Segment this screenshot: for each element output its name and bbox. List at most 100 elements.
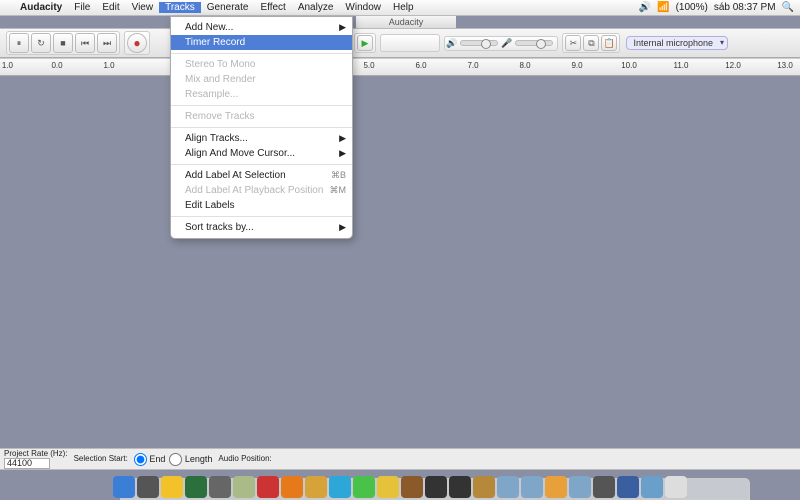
dock-icon-itunes[interactable] bbox=[353, 476, 375, 498]
edit-toolbar: ✂ ⧉ 📋 bbox=[562, 33, 620, 53]
ruler-tick: 11.0 bbox=[666, 61, 696, 70]
dock-icon-imovie[interactable] bbox=[425, 476, 447, 498]
copy-button[interactable]: ⧉ bbox=[583, 35, 599, 51]
menu-item-timer-record[interactable]: Timer Record bbox=[171, 35, 352, 50]
ruler-tick: 5.0 bbox=[354, 61, 384, 70]
menu-separator bbox=[171, 105, 352, 106]
ruler-tick: 9.0 bbox=[562, 61, 592, 70]
shortcut-label: ⌘B bbox=[331, 170, 346, 181]
dock-icon-idvd[interactable] bbox=[449, 476, 471, 498]
menu-view[interactable]: View bbox=[126, 2, 160, 13]
submenu-arrow-icon: ▶ bbox=[339, 133, 346, 144]
dock-icon-folder2[interactable] bbox=[521, 476, 543, 498]
submenu-arrow-icon: ▶ bbox=[339, 222, 346, 233]
dock-icon-earth[interactable] bbox=[185, 476, 207, 498]
dock-icon-firefox[interactable] bbox=[281, 476, 303, 498]
ruler-tick: 6.0 bbox=[406, 61, 436, 70]
menu-item-add-label-at-selection[interactable]: Add Label At Selection⌘B bbox=[171, 168, 352, 183]
menu-analyze[interactable]: Analyze bbox=[292, 2, 340, 13]
track-area[interactable] bbox=[0, 76, 800, 448]
menu-separator bbox=[171, 127, 352, 128]
ruler-tick: 8.0 bbox=[510, 61, 540, 70]
timeline-ruler[interactable]: - 1.00.01.05.06.07.08.09.010.011.012.013… bbox=[0, 58, 800, 76]
dock-icon-folder3[interactable] bbox=[569, 476, 591, 498]
input-device-select[interactable]: Internal microphone bbox=[626, 36, 728, 50]
ruler-tick: 12.0 bbox=[718, 61, 748, 70]
menu-item-edit-labels[interactable]: Edit Labels bbox=[171, 198, 352, 213]
dock-icon-popcorn[interactable] bbox=[257, 476, 279, 498]
menu-window[interactable]: Window bbox=[339, 2, 387, 13]
dock-icon-dashboard[interactable] bbox=[137, 476, 159, 498]
menu-generate[interactable]: Generate bbox=[201, 2, 255, 13]
project-rate-label: Project Rate (Hz): bbox=[4, 450, 68, 458]
ruler-tick: 13.0 bbox=[770, 61, 800, 70]
menu-item-stereo-to-mono: Stereo To Mono bbox=[171, 57, 352, 72]
dock-icon-duck[interactable] bbox=[161, 476, 183, 498]
menu-item-remove-tracks: Remove Tracks bbox=[171, 109, 352, 124]
volume-icon[interactable]: 🔊 bbox=[639, 2, 651, 13]
pause-button[interactable]: ⏸ bbox=[9, 33, 29, 53]
dock-icon-compass[interactable] bbox=[329, 476, 351, 498]
play-toolbar: ▶ bbox=[354, 33, 376, 53]
menu-item-add-new[interactable]: Add New...▶ bbox=[171, 20, 352, 35]
mixer-toolbar: 🔊 🎤 bbox=[444, 36, 558, 51]
dock-icon-app2[interactable] bbox=[641, 476, 663, 498]
menu-effect[interactable]: Effect bbox=[254, 2, 291, 13]
menu-edit[interactable]: Edit bbox=[96, 2, 125, 13]
selection-start-label: Selection Start: bbox=[74, 455, 128, 463]
loop-button[interactable]: ↻ bbox=[31, 33, 51, 53]
input-vol-icon: 🎤 bbox=[501, 38, 512, 49]
dock-icon-audacity[interactable] bbox=[545, 476, 567, 498]
end-radio[interactable]: End bbox=[134, 453, 166, 466]
dock-icon-folder1[interactable] bbox=[497, 476, 519, 498]
dock-icon-finder[interactable] bbox=[113, 476, 135, 498]
output-volume-slider[interactable] bbox=[460, 40, 498, 46]
play-button[interactable]: ▶ bbox=[357, 35, 373, 51]
wifi-icon[interactable]: 📶 bbox=[657, 2, 669, 13]
meter-toolbar bbox=[380, 34, 440, 52]
skip-end-button[interactable]: ⏭ bbox=[97, 33, 117, 53]
clock-label: sáb 08:37 PM bbox=[714, 2, 776, 13]
menu-item-mix-and-render: Mix and Render bbox=[171, 72, 352, 87]
mac-menubar: Audacity File Edit View Tracks Generate … bbox=[0, 0, 800, 16]
skip-start-button[interactable]: ⏮ bbox=[75, 33, 95, 53]
ruler-tick: 10.0 bbox=[614, 61, 644, 70]
dock-icon-garageband[interactable] bbox=[473, 476, 495, 498]
spotlight-icon[interactable]: 🔍 bbox=[782, 2, 794, 13]
mac-dock bbox=[0, 470, 800, 500]
menu-item-align-tracks[interactable]: Align Tracks...▶ bbox=[171, 131, 352, 146]
dock-icon-mines[interactable] bbox=[233, 476, 255, 498]
ruler-tick: 1.0 bbox=[94, 61, 124, 70]
dock-icon-app1[interactable] bbox=[617, 476, 639, 498]
record-toolbar: ● bbox=[124, 31, 150, 55]
tracks-dropdown: Add New...▶Timer Record Stereo To MonoMix… bbox=[170, 16, 353, 239]
battery-label: (100%) bbox=[676, 2, 708, 13]
menu-separator bbox=[171, 164, 352, 165]
cut-button[interactable]: ✂ bbox=[565, 35, 581, 51]
dock-icon-trash[interactable] bbox=[665, 476, 687, 498]
output-vol-icon: 🔊 bbox=[446, 38, 457, 49]
dock-icon-chat[interactable] bbox=[305, 476, 327, 498]
menu-item-sort-tracks-by[interactable]: Sort tracks by...▶ bbox=[171, 220, 352, 235]
stop-button[interactable]: ■ bbox=[53, 33, 73, 53]
input-volume-slider[interactable] bbox=[515, 40, 553, 46]
audio-position-label: Audio Position: bbox=[218, 455, 271, 463]
menu-help[interactable]: Help bbox=[387, 2, 420, 13]
submenu-arrow-icon: ▶ bbox=[339, 22, 346, 33]
menu-tracks[interactable]: Tracks bbox=[159, 2, 201, 13]
dock-icon-note[interactable] bbox=[401, 476, 423, 498]
menu-separator bbox=[171, 216, 352, 217]
app-name[interactable]: Audacity bbox=[14, 2, 68, 13]
dock-icon-system[interactable] bbox=[593, 476, 615, 498]
dock-icon-star[interactable] bbox=[377, 476, 399, 498]
menu-separator bbox=[171, 53, 352, 54]
menu-file[interactable]: File bbox=[68, 2, 96, 13]
project-rate-select[interactable]: 44100 bbox=[4, 458, 50, 469]
record-button[interactable]: ● bbox=[127, 33, 147, 53]
ruler-tick: 0.0 bbox=[42, 61, 72, 70]
length-radio[interactable]: Length bbox=[169, 453, 212, 466]
paste-button[interactable]: 📋 bbox=[601, 35, 617, 51]
menu-item-resample: Resample... bbox=[171, 87, 352, 102]
dock-icon-utility[interactable] bbox=[209, 476, 231, 498]
menu-item-align-and-move-cursor[interactable]: Align And Move Cursor...▶ bbox=[171, 146, 352, 161]
